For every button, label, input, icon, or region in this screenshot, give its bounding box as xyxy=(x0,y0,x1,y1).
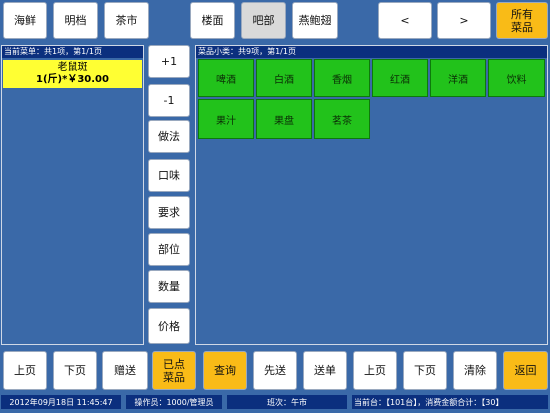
dish-tile-red-wine[interactable]: 红酒 xyxy=(372,59,428,97)
current-order-header: 当前菜单：共1项，第1/1页 xyxy=(2,46,143,58)
method-button[interactable]: 做法 xyxy=(148,120,190,153)
plus-one-button[interactable]: +1 xyxy=(148,45,190,78)
part-button[interactable]: 部位 xyxy=(148,233,190,266)
price-button[interactable]: 价格 xyxy=(148,308,190,344)
prev-category-button[interactable]: < xyxy=(378,2,432,39)
status-shift: 班次：午市 xyxy=(227,395,347,409)
dish-tile-tea[interactable]: 茗茶 xyxy=(314,99,370,139)
dish-tile-juice[interactable]: 果汁 xyxy=(198,99,254,139)
dish-tile-cigarettes[interactable]: 香烟 xyxy=(314,59,370,97)
next-category-button[interactable]: > xyxy=(437,2,491,39)
gift-button[interactable]: 赠送 xyxy=(102,351,148,390)
search-button[interactable]: 查询 xyxy=(203,351,247,390)
tab-open-kitchen[interactable]: 明档 xyxy=(53,2,98,39)
ordered-dishes-button[interactable]: 已点 菜品 xyxy=(152,351,196,390)
dish-tile-drinks[interactable]: 饮料 xyxy=(488,59,545,97)
all-dishes-label-line1: 所有 xyxy=(511,7,533,21)
return-button[interactable]: 返回 xyxy=(503,351,548,390)
all-dishes-button[interactable]: 所有 菜品 xyxy=(496,2,548,39)
send-order-button[interactable]: 送单 xyxy=(303,351,347,390)
send-first-button[interactable]: 先送 xyxy=(253,351,297,390)
dish-subcategory-header: 菜品小类：共9项，第1/1页 xyxy=(196,46,547,58)
dish-prev-page-button[interactable]: 上页 xyxy=(353,351,397,390)
order-item-detail: 1(斤)*￥30.00 xyxy=(36,74,109,85)
order-item-name: 老鼠斑 xyxy=(57,62,88,73)
tab-tea-market[interactable]: 茶市 xyxy=(104,2,149,39)
tab-seafood[interactable]: 海鲜 xyxy=(3,2,47,39)
dish-tile-beer[interactable]: 啤酒 xyxy=(198,59,254,97)
clear-button[interactable]: 清除 xyxy=(453,351,497,390)
all-dishes-label-line2: 菜品 xyxy=(511,20,533,34)
order-next-page-button[interactable]: 下页 xyxy=(53,351,97,390)
tab-bar[interactable]: 吧部 xyxy=(241,2,286,39)
dish-tile-fruit-plate[interactable]: 果盘 xyxy=(256,99,312,139)
quantity-button[interactable]: 数量 xyxy=(148,270,190,303)
tab-bird-nest-abalone-shark-fin[interactable]: 燕鲍翅 xyxy=(292,2,338,39)
order-item-selected[interactable]: 老鼠斑 1(斤)*￥30.00 xyxy=(3,60,142,88)
status-operator: 操作员：1000/管理员 xyxy=(126,395,222,409)
request-button[interactable]: 要求 xyxy=(148,196,190,229)
flavor-button[interactable]: 口味 xyxy=(148,159,190,192)
dish-next-page-button[interactable]: 下页 xyxy=(403,351,447,390)
status-table-info: 当前台：【101台】，消费金额合计：【30】 xyxy=(352,395,548,409)
dish-tile-foreign-liquor[interactable]: 洋酒 xyxy=(430,59,486,97)
dish-tile-baijiu[interactable]: 白酒 xyxy=(256,59,312,97)
order-prev-page-button[interactable]: 上页 xyxy=(3,351,47,390)
tab-floor[interactable]: 楼面 xyxy=(190,2,235,39)
current-order-panel: 当前菜单：共1项，第1/1页 老鼠斑 1(斤)*￥30.00 xyxy=(1,45,144,345)
status-datetime: 2012年09月18日 11:45:47 xyxy=(1,395,121,409)
minus-one-button[interactable]: -1 xyxy=(148,84,190,117)
